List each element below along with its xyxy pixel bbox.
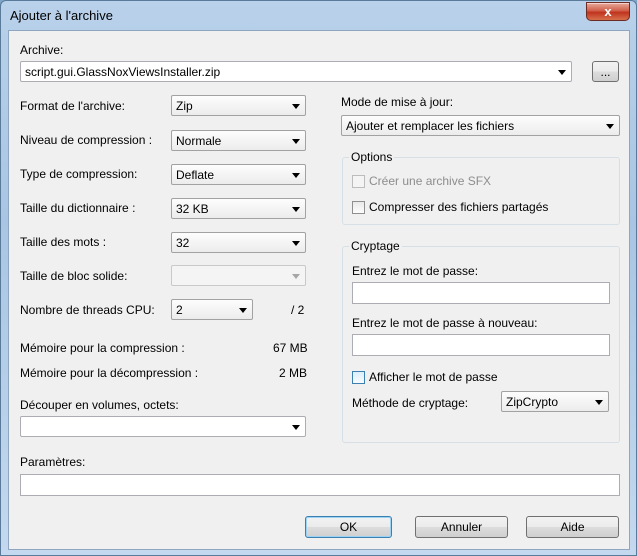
word-size-value: 32 bbox=[176, 236, 190, 250]
parameters-input[interactable] bbox=[20, 474, 620, 496]
level-label: Niveau de compression : bbox=[20, 133, 153, 147]
help-button[interactable]: Aide bbox=[526, 516, 619, 538]
chevron-down-icon[interactable] bbox=[292, 425, 300, 430]
memory-decompression-value: 2 MB bbox=[279, 366, 308, 380]
threads-value: 2 bbox=[176, 303, 183, 317]
level-value: Normale bbox=[176, 134, 222, 148]
memory-decompression-label: Mémoire pour la décompression : bbox=[20, 366, 199, 380]
split-volumes-combo[interactable] bbox=[20, 416, 306, 437]
chevron-down-icon[interactable] bbox=[606, 124, 614, 129]
title-bar[interactable]: Ajouter à l'archive x bbox=[1, 1, 636, 29]
close-icon: x bbox=[604, 4, 612, 19]
dialog-window: Ajouter à l'archive x Archive: script.gu… bbox=[0, 0, 637, 556]
chevron-down-icon[interactable] bbox=[292, 241, 300, 246]
chevron-down-icon[interactable] bbox=[292, 173, 300, 178]
memory-compression-label: Mémoire pour la compression : bbox=[20, 341, 185, 355]
method-label: Type de compression: bbox=[20, 167, 138, 181]
chevron-down-icon[interactable] bbox=[292, 139, 300, 144]
encryption-method-select[interactable]: ZipCrypto bbox=[501, 391, 609, 412]
archive-path-value: script.gui.GlassNoxViewsInstaller.zip bbox=[25, 65, 221, 79]
shared-files-label[interactable]: Compresser des fichiers partagés bbox=[369, 200, 548, 214]
options-group: Options Créer une archive SFX Compresser… bbox=[342, 150, 620, 225]
archive-path-combo[interactable]: script.gui.GlassNoxViewsInstaller.zip bbox=[20, 61, 572, 82]
solid-block-select bbox=[171, 265, 306, 286]
ok-button-label: OK bbox=[339, 520, 358, 534]
method-value: Deflate bbox=[176, 168, 215, 182]
word-size-select[interactable]: 32 bbox=[171, 232, 306, 253]
parameters-label: Paramètres: bbox=[20, 455, 86, 469]
chevron-down-icon[interactable] bbox=[558, 70, 566, 75]
show-password-label[interactable]: Afficher le mot de passe bbox=[369, 370, 498, 384]
encryption-group-title: Cryptage bbox=[349, 239, 402, 253]
word-size-label: Taille des mots : bbox=[20, 235, 107, 249]
split-volumes-label: Découper en volumes, octets: bbox=[20, 398, 179, 412]
sfx-checkbox bbox=[352, 175, 365, 188]
password-confirm-label: Entrez le mot de passe à nouveau: bbox=[352, 316, 538, 330]
encryption-method-label: Méthode de cryptage: bbox=[352, 396, 469, 410]
options-group-title: Options bbox=[349, 150, 395, 164]
password-confirm-input[interactable] bbox=[352, 334, 610, 356]
browse-button[interactable]: ... bbox=[592, 61, 619, 82]
dialog-client-area: Archive: script.gui.GlassNoxViewsInstall… bbox=[8, 30, 630, 550]
chevron-down-icon bbox=[292, 274, 300, 279]
format-value: Zip bbox=[176, 99, 193, 113]
chevron-down-icon[interactable] bbox=[292, 207, 300, 212]
chevron-down-icon[interactable] bbox=[292, 104, 300, 109]
dictionary-value: 32 KB bbox=[176, 202, 209, 216]
threads-total: / 2 bbox=[291, 303, 305, 317]
level-select[interactable]: Normale bbox=[171, 130, 306, 151]
browse-button-label: ... bbox=[600, 64, 611, 79]
solid-block-label: Taille de bloc solide: bbox=[20, 269, 128, 283]
cancel-button[interactable]: Annuler bbox=[415, 516, 508, 538]
close-button[interactable]: x bbox=[586, 2, 630, 21]
update-mode-label: Mode de mise à jour: bbox=[341, 95, 454, 109]
shared-files-checkbox[interactable] bbox=[352, 201, 365, 214]
threads-label: Nombre de threads CPU: bbox=[20, 303, 155, 317]
password-input[interactable] bbox=[352, 282, 610, 304]
password-label: Entrez le mot de passe: bbox=[352, 264, 479, 278]
archive-label: Archive: bbox=[20, 43, 64, 57]
threads-select[interactable]: 2 bbox=[171, 299, 253, 320]
format-label: Format de l'archive: bbox=[20, 99, 125, 113]
update-mode-value: Ajouter et remplacer les fichiers bbox=[346, 119, 515, 133]
memory-compression-value: 67 MB bbox=[273, 341, 308, 355]
update-mode-select[interactable]: Ajouter et remplacer les fichiers bbox=[341, 115, 620, 136]
encryption-method-value: ZipCrypto bbox=[506, 395, 559, 409]
show-password-checkbox[interactable] bbox=[352, 371, 365, 384]
dictionary-label: Taille du dictionnaire : bbox=[20, 201, 136, 215]
chevron-down-icon[interactable] bbox=[595, 400, 603, 405]
sfx-label: Créer une archive SFX bbox=[369, 174, 492, 188]
method-select[interactable]: Deflate bbox=[171, 164, 306, 185]
cancel-button-label: Annuler bbox=[440, 520, 483, 534]
chevron-down-icon[interactable] bbox=[239, 308, 247, 313]
window-title: Ajouter à l'archive bbox=[10, 8, 113, 23]
dictionary-select[interactable]: 32 KB bbox=[171, 198, 306, 219]
help-button-label: Aide bbox=[560, 520, 585, 534]
format-select[interactable]: Zip bbox=[171, 95, 306, 116]
encryption-group: Cryptage Entrez le mot de passe: Entrez … bbox=[342, 239, 620, 443]
ok-button[interactable]: OK bbox=[305, 516, 392, 538]
